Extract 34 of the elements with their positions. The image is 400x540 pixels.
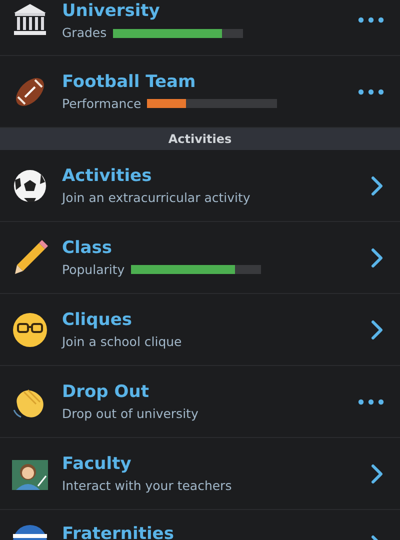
row-title: Faculty <box>62 454 132 474</box>
row-subtitle: Interact with your teachers <box>62 478 233 494</box>
pencil-icon <box>12 240 48 276</box>
more-icon <box>358 17 384 23</box>
meter-label: Performance <box>62 96 142 112</box>
row-title: Cliques <box>62 310 134 330</box>
meter-label: Popularity <box>62 262 125 278</box>
open-button[interactable] <box>370 462 384 484</box>
row-title: Class <box>62 238 114 258</box>
chevron-right-icon <box>370 246 384 268</box>
row-subtitle: Drop out of university <box>62 406 200 422</box>
open-button[interactable] <box>370 318 384 340</box>
row-title: University <box>62 1 161 22</box>
building-icon <box>12 2 48 38</box>
more-button[interactable] <box>358 88 384 94</box>
smiley-glasses-icon <box>12 312 48 348</box>
more-button[interactable] <box>358 17 384 23</box>
open-button[interactable] <box>370 246 384 268</box>
more-button[interactable] <box>358 398 384 404</box>
meter-label: Grades <box>62 25 107 41</box>
chevron-right-icon <box>370 462 384 484</box>
row-title: Drop Out <box>62 382 150 402</box>
row-title: Fraternities <box>62 524 175 540</box>
chevron-right-icon <box>370 318 384 340</box>
row-subtitle: Join an extracurricular activity <box>62 190 252 206</box>
section-header: Activities <box>0 128 400 150</box>
row-title: Activities <box>62 166 153 186</box>
soccer-ball-icon <box>12 168 48 204</box>
more-icon <box>358 88 384 94</box>
chevron-right-icon <box>370 174 384 196</box>
open-button[interactable] <box>370 174 384 196</box>
more-icon <box>358 398 384 404</box>
row-title: Football Team <box>62 72 197 92</box>
row-subtitle: Join a school clique <box>62 334 183 350</box>
